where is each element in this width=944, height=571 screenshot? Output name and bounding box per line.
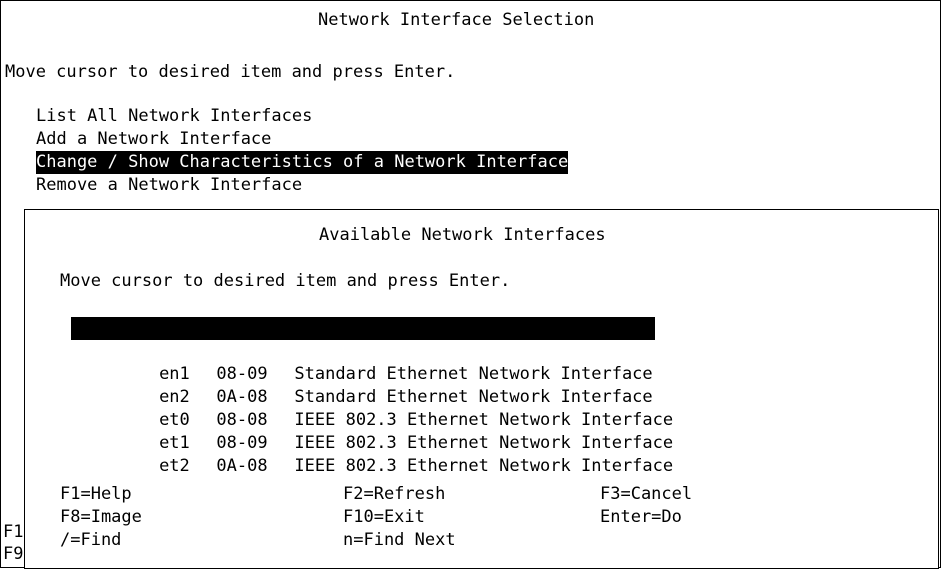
interface-location: 0A-08: [216, 456, 268, 476]
interface-row-en1[interactable]: en1 08-09 Standard Ethernet Network Interf…: [71, 340, 653, 384]
menu-item-change-show[interactable]: Change / Show Characteristics of a Netwo…: [36, 151, 569, 174]
exit-key[interactable]: F10=Exit: [343, 506, 425, 529]
find-next-key[interactable]: n=Find Next: [343, 529, 456, 552]
available-interfaces-dialog: Available Network Interfaces Move cursor…: [24, 209, 939, 569]
menu-item-add[interactable]: Add a Network Interface: [36, 128, 271, 151]
enter-do-key[interactable]: Enter=Do: [600, 506, 682, 529]
image-key[interactable]: F8=Image: [60, 506, 142, 529]
interface-description: IEEE 802.3 Ethernet Network Interface: [294, 456, 674, 476]
interface-row-et2[interactable]: et2 0A-08 IEEE 802.3 Ethernet Network Inte…: [71, 432, 673, 476]
help-key[interactable]: F1=Help: [60, 483, 132, 506]
cancel-key[interactable]: F3=Cancel: [600, 483, 692, 506]
interface-row-en0[interactable]: en0 08-08 Standard Ethernet Network Interf…: [71, 317, 655, 361]
main-instruction: Move cursor to desired item and press En…: [5, 62, 456, 82]
interface-row-et1[interactable]: et1 08-09 IEEE 802.3 Ethernet Network Inte…: [71, 409, 673, 453]
left-edge-key-f9: F9: [3, 544, 24, 564]
dialog-title: Available Network Interfaces: [319, 225, 606, 245]
menu-item-list-all[interactable]: List All Network Interfaces: [36, 105, 312, 128]
dialog-instruction: Move cursor to desired item and press En…: [60, 271, 511, 291]
menu-item-remove[interactable]: Remove a Network Interface: [36, 174, 302, 197]
find-key[interactable]: /=Find: [60, 529, 121, 552]
terminal-screen: Network Interface Selection Move cursor …: [0, 0, 941, 569]
left-edge-key-f1: F1: [3, 522, 24, 542]
refresh-key[interactable]: F2=Refresh: [343, 483, 445, 506]
interface-row-en2[interactable]: en2 0A-08 Standard Ethernet Network Interf…: [71, 363, 653, 407]
interface-name: et2: [159, 456, 190, 476]
page-title: Network Interface Selection: [318, 10, 595, 30]
interface-row-et0[interactable]: et0 08-08 IEEE 802.3 Ethernet Network Inte…: [71, 386, 673, 430]
